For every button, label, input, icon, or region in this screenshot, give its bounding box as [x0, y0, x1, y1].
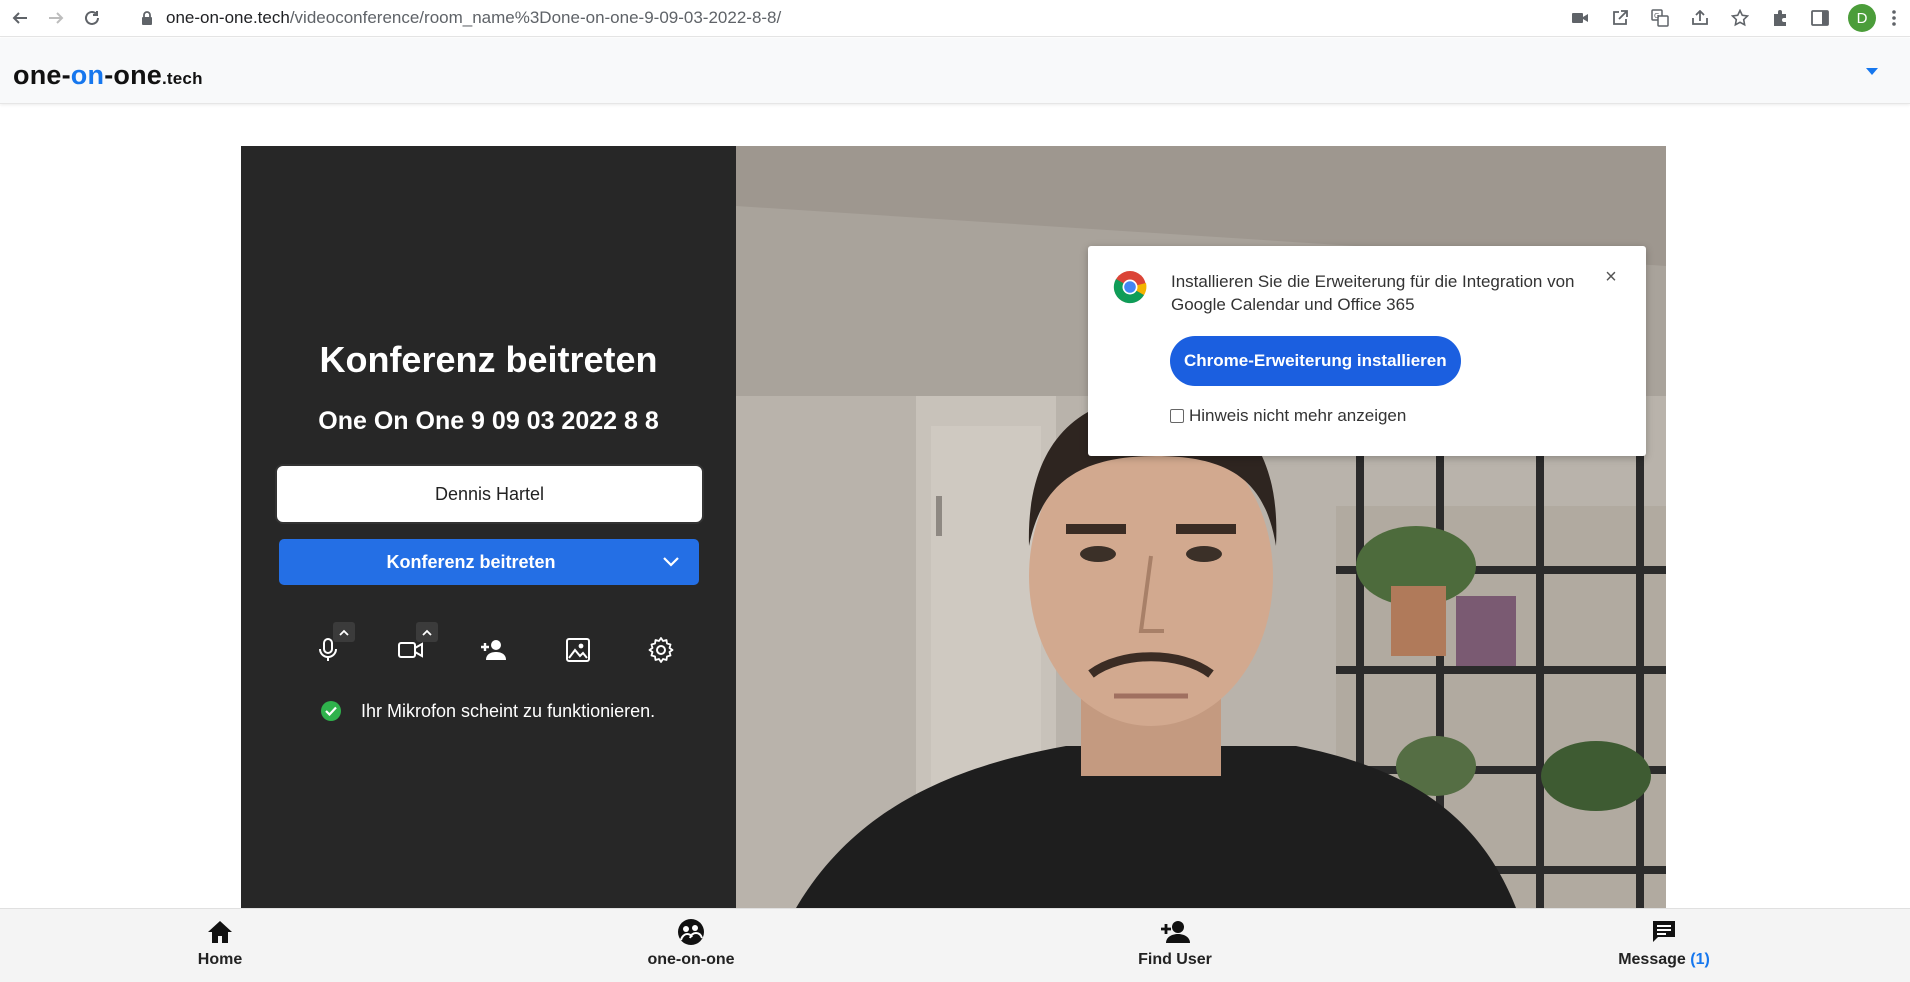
header-dropdown-caret-icon[interactable] [1866, 68, 1878, 75]
dont-show-label: Hinweis nicht mehr anzeigen [1189, 406, 1407, 425]
invite-person-icon [481, 640, 506, 660]
home-icon [205, 917, 235, 947]
forward-button[interactable] [38, 0, 74, 36]
add-person-icon [1160, 917, 1190, 947]
dont-show-checkbox[interactable] [1170, 409, 1184, 423]
nav-home[interactable]: Home [140, 917, 300, 977]
background-image-icon [566, 638, 590, 662]
install-extension-button[interactable]: Chrome-Erweiterung installieren [1170, 336, 1461, 386]
nav-find-user-label: Find User [1138, 951, 1212, 968]
prejoin-panel: Konferenz beitreten One On One 9 09 03 2… [241, 146, 736, 908]
extensions-puzzle-icon[interactable] [1760, 0, 1800, 36]
display-name-input[interactable] [277, 466, 702, 522]
nav-one-on-one[interactable]: one-on-one [611, 917, 771, 977]
prejoin-title: Konferenz beitreten [319, 339, 658, 380]
nav-one-on-one-label: one-on-one [647, 951, 735, 968]
room-name: One On One 9 09 03 2022 8 8 [318, 407, 659, 435]
extension-install-popup: Installieren Sie die Erweiterung für die… [1088, 246, 1646, 456]
microphone-options-arrow[interactable] [333, 622, 355, 642]
message-label-text: Message [1618, 951, 1686, 968]
close-icon[interactable]: × [1602, 266, 1620, 288]
side-panel-icon[interactable] [1800, 0, 1840, 36]
people-circle-icon [676, 917, 706, 947]
mic-status: Ihr Mikrofon scheint zu funktionieren. [321, 699, 655, 723]
svg-text:G: G [1654, 12, 1659, 20]
address-bar[interactable]: one-on-one.tech/videoconference/room_nam… [128, 3, 1548, 33]
extension-message: Installieren Sie die Erweiterung für die… [1171, 272, 1575, 314]
back-button[interactable] [2, 0, 38, 36]
back-arrow-icon [12, 12, 27, 24]
browser-toolbar: one-on-one.tech/videoconference/room_nam… [0, 0, 1910, 37]
background-button[interactable] [558, 630, 598, 670]
settings-button[interactable] [641, 630, 681, 670]
check-circle-icon [321, 701, 341, 721]
message-icon [1649, 917, 1679, 947]
camera-icon [398, 642, 423, 658]
url-path: /videoconference/room_name%3Done-on-one-… [289, 8, 782, 27]
dont-show-again-option[interactable]: Hinweis nicht mehr anzeigen [1170, 406, 1406, 426]
translate-icon[interactable]: G [1640, 0, 1680, 36]
bookmark-star-icon[interactable] [1720, 0, 1760, 36]
nav-find-user[interactable]: Find User [1095, 917, 1255, 977]
url-host: one-on-one.tech [166, 8, 290, 27]
join-conference-label: Konferenz beitreten [386, 551, 556, 572]
lock-icon [140, 10, 154, 26]
mic-status-text: Ihr Mikrofon scheint zu funktionieren. [361, 700, 656, 721]
chevron-up-icon [339, 629, 349, 636]
reload-button[interactable] [74, 0, 110, 36]
logo-text-part: one- [13, 60, 71, 90]
site-logo[interactable]: one-on-one.tech [13, 60, 203, 91]
settings-gear-icon [648, 637, 674, 663]
share-icon[interactable] [1680, 0, 1720, 36]
chevron-up-icon [422, 629, 432, 636]
site-header: one-on-one.tech [0, 38, 1910, 104]
chrome-logo-icon [1113, 271, 1147, 304]
logo-text-part: -one [104, 60, 162, 90]
logo-text-highlight: on [70, 60, 105, 90]
camera-in-use-icon[interactable] [1560, 0, 1600, 36]
bottom-navigation: Home one-on-one Find User Message (1) [0, 908, 1910, 982]
profile-avatar[interactable]: D [1848, 4, 1876, 32]
browser-actions: G D [1560, 0, 1910, 36]
nav-home-label: Home [197, 951, 243, 968]
message-count-badge: (1) [1690, 951, 1710, 968]
forward-arrow-icon [49, 12, 64, 24]
logo-tld: .tech [161, 69, 203, 88]
join-conference-button[interactable]: Konferenz beitreten [279, 539, 699, 585]
reload-icon [85, 10, 99, 25]
camera-options-arrow[interactable] [416, 622, 438, 642]
chrome-menu-icon[interactable] [1884, 0, 1904, 36]
join-options-chevron-icon[interactable] [643, 539, 699, 585]
nav-message-label: Message (1) [1618, 951, 1710, 969]
invite-button[interactable] [474, 630, 514, 670]
open-in-app-icon[interactable] [1600, 0, 1640, 36]
prejoin-toolbar [296, 622, 676, 682]
nav-message[interactable]: Message (1) [1584, 917, 1744, 977]
